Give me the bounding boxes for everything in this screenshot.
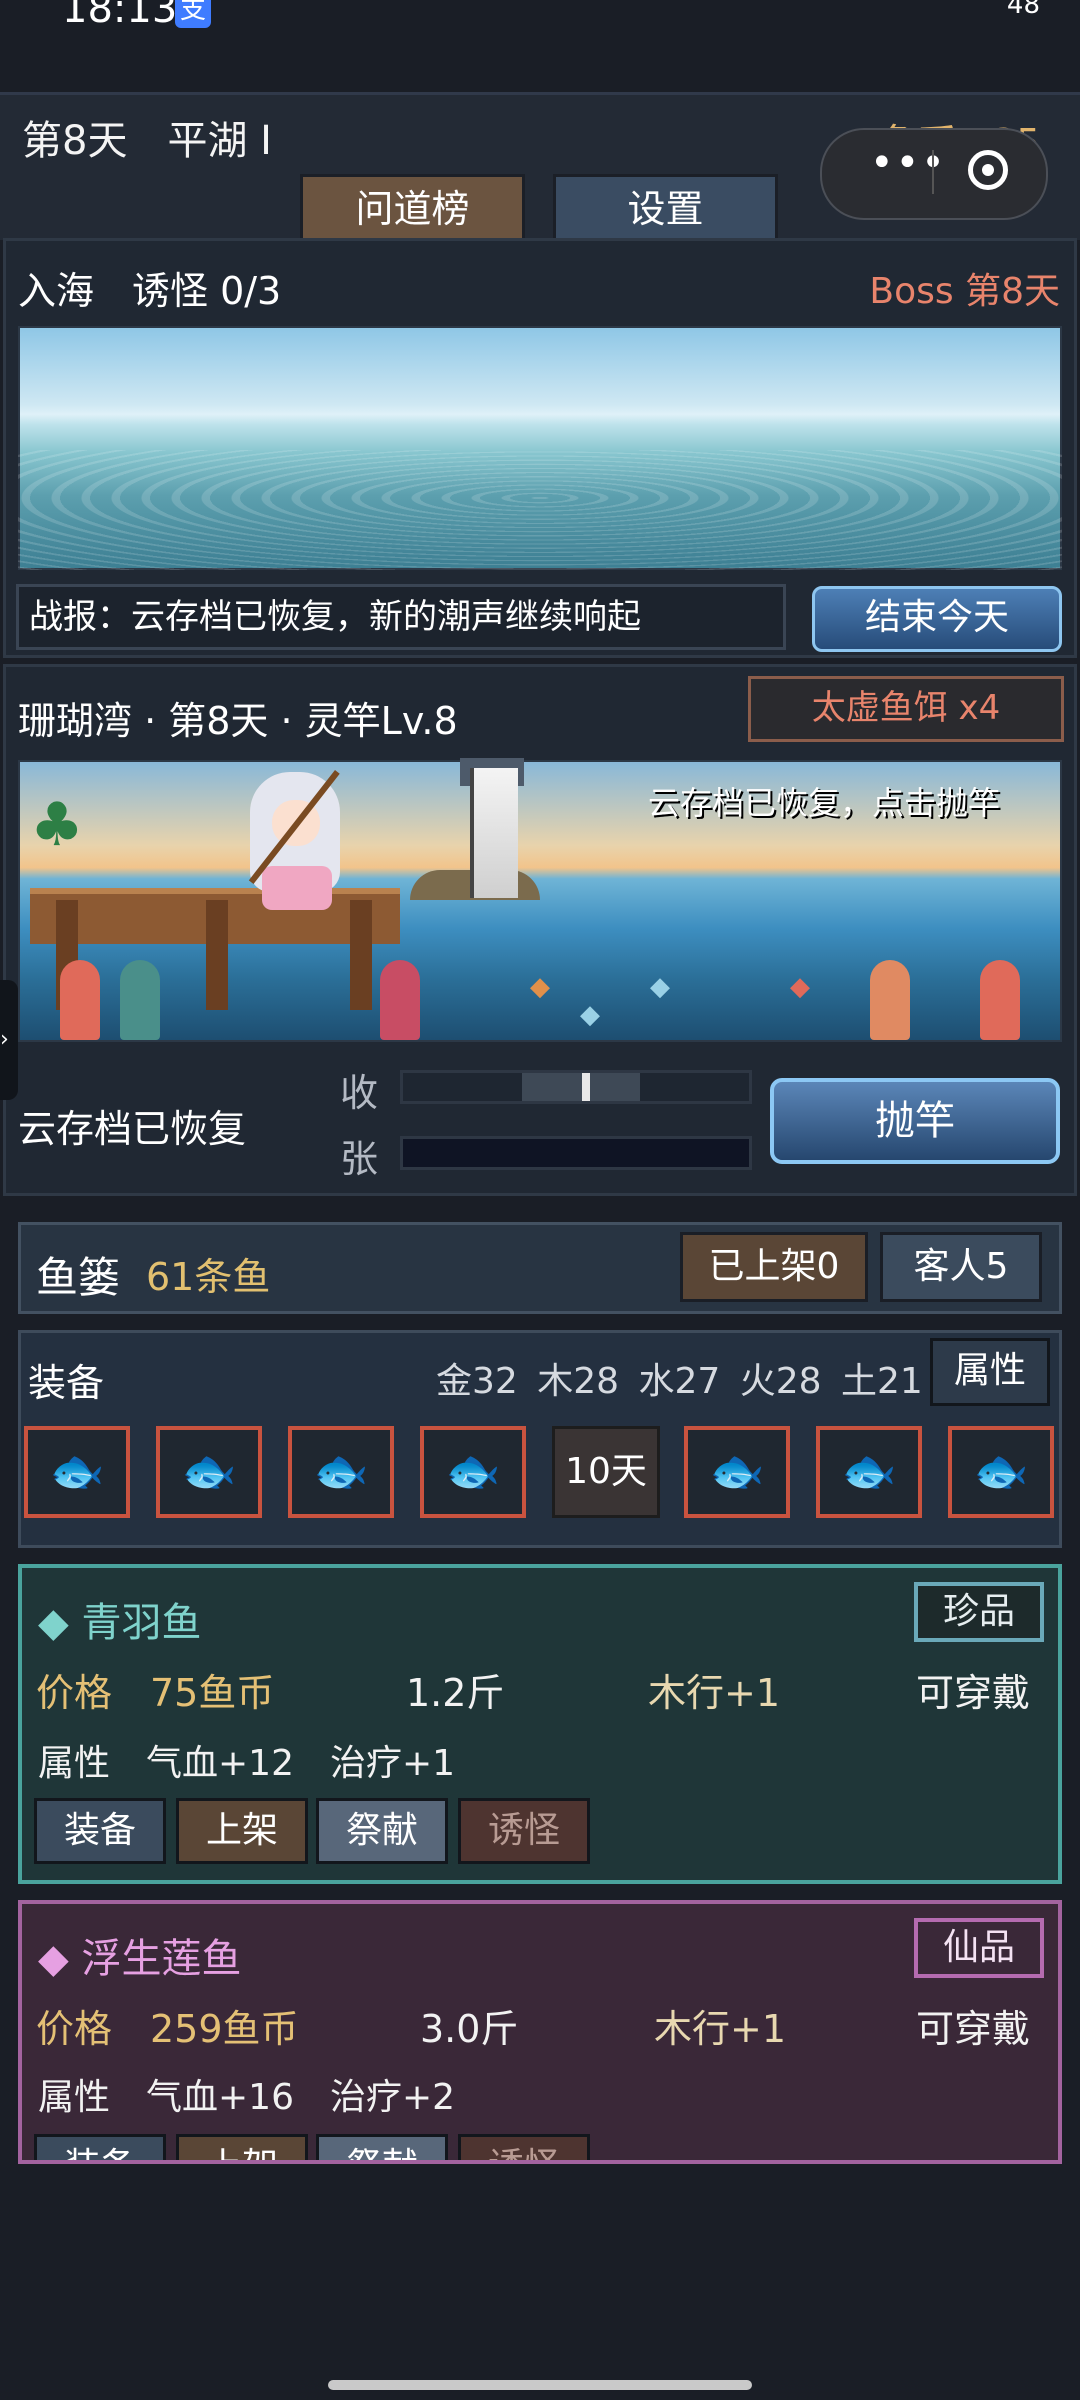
fish-element: 木行+1	[648, 1671, 781, 1715]
fish-weight: 1.2斤	[406, 1671, 505, 1715]
guests-button[interactable]: 客人5	[880, 1232, 1042, 1302]
listed-button[interactable]: 已上架0	[680, 1232, 868, 1302]
battery-indicator: 48	[1006, 0, 1040, 20]
tab-settings[interactable]: 设置	[553, 174, 778, 238]
equip-slot-7[interactable]: 🐟	[948, 1426, 1054, 1518]
golden-fish-icon: 🐟	[49, 1446, 105, 1497]
close-miniprogram-icon[interactable]	[968, 150, 1008, 190]
equip-slot-5[interactable]: 🐟	[684, 1426, 790, 1518]
pier-post	[350, 900, 372, 1010]
status-time: 18:13	[62, 0, 178, 32]
sea-waves	[18, 450, 1062, 570]
locked-slot: 10天	[552, 1426, 660, 1518]
boss-countdown: Boss 第8天	[869, 271, 1060, 312]
fishing-location: 珊瑚湾 · 第8天 · 灵竿Lv.8	[18, 699, 458, 743]
swimming-fish-icon: ◆	[650, 972, 670, 1002]
lure-monster-button[interactable]: 诱怪	[458, 1798, 590, 1864]
sacrifice-button[interactable]: 祭献	[316, 2134, 448, 2160]
equipment-title: 装备	[28, 1361, 105, 1405]
blue-fish-icon: 🐟	[709, 1446, 765, 1497]
fish-name: 青羽鱼	[81, 1600, 202, 1646]
fish-price: 价格 75鱼币	[36, 1671, 275, 1715]
golden-fish-icon: 🐟	[181, 1446, 237, 1497]
lure-monster-button[interactable]: 诱怪	[458, 2134, 590, 2160]
coral	[120, 960, 160, 1040]
equip-slot-2[interactable]: 🐟	[156, 1426, 262, 1518]
attributes-button[interactable]: 属性	[930, 1338, 1050, 1406]
home-indicator[interactable]	[328, 2380, 752, 2390]
swimming-fish-icon: ◆	[530, 972, 550, 1002]
swimming-fish-icon: ◆	[790, 972, 810, 1002]
fish-weight: 3.0斤	[420, 2007, 519, 2051]
basket-title: 鱼篓	[36, 1253, 121, 1302]
tab-leaderboard[interactable]: 问道榜	[300, 174, 525, 238]
coral	[60, 960, 100, 1040]
fish-name: 浮生莲鱼	[81, 1936, 242, 1982]
element-stats: 金32 木28 水27 火28 土21	[436, 1361, 923, 1402]
sacrifice-button[interactable]: 祭献	[316, 1798, 448, 1864]
list-button[interactable]: 上架	[176, 1798, 308, 1864]
fish-properties: 属性 气血+12 治疗+1	[38, 1743, 456, 1784]
equip-slot-3[interactable]: 🐟	[288, 1426, 394, 1518]
fish-card-name: ◆ 青羽鱼	[38, 1600, 202, 1646]
capsule-divider	[932, 150, 934, 194]
equip-slot-1[interactable]: 🐟	[24, 1426, 130, 1518]
day-location-label: 第8天 平湖 I	[22, 118, 272, 164]
rarity-badge: 珍品	[914, 1582, 1044, 1642]
pier-post	[206, 900, 228, 1010]
card-actions-clipped: 装备 上架 祭献 诱怪	[18, 2134, 1062, 2160]
equip-slot-6[interactable]: 🐟	[816, 1426, 922, 1518]
fish-price: 价格 259鱼币	[36, 2007, 299, 2051]
equip-button[interactable]: 装备	[34, 2134, 166, 2160]
basket-count: 61条鱼	[146, 1255, 271, 1299]
more-menu-icon[interactable]: •••	[870, 140, 947, 186]
coral	[380, 960, 420, 1040]
swimming-fish-icon: ◆	[580, 1000, 600, 1030]
fish-element: 木行+1	[654, 2007, 787, 2051]
bait-button[interactable]: 太虚鱼饵 x4	[748, 676, 1064, 742]
tension-bar	[400, 1136, 752, 1170]
side-drawer-toggle[interactable]: ›	[0, 980, 18, 1100]
coral	[980, 960, 1020, 1040]
angler-dress	[262, 866, 332, 910]
grey-fish-icon: 🐟	[973, 1446, 1029, 1497]
fish-wearable: 可穿戴	[916, 2007, 1031, 2051]
palm-tree-icon: ♣	[30, 790, 84, 860]
list-button[interactable]: 上架	[176, 2134, 308, 2160]
reel-label: 收	[340, 1071, 379, 1115]
fish-wearable: 可穿戴	[916, 1671, 1031, 1715]
coral	[870, 960, 910, 1040]
reel-target-zone	[522, 1073, 641, 1101]
golden-fish-icon: 🐟	[313, 1446, 369, 1497]
reel-marker	[582, 1073, 591, 1101]
battle-report: 战报：云存档已恢复，新的潮声继续响起	[16, 584, 786, 650]
lighthouse	[470, 768, 518, 898]
cast-hint: 云存档已恢复，点击抛竿	[648, 784, 1001, 822]
fish-card-name: ◆ 浮生莲鱼	[38, 1936, 242, 1982]
end-day-button[interactable]: 结束今天	[812, 586, 1062, 652]
alipay-badge-icon: 支	[175, 0, 211, 28]
fish-properties: 属性 气血+16 治疗+2	[38, 2077, 456, 2118]
rarity-badge: 仙品	[914, 1918, 1044, 1978]
fishing-status: 云存档已恢复	[18, 1107, 247, 1151]
equip-button[interactable]: 装备	[34, 1798, 166, 1864]
equip-slot-4[interactable]: 🐟	[420, 1426, 526, 1518]
cast-button[interactable]: 抛竿	[770, 1078, 1060, 1164]
golden-fish-icon: 🐟	[841, 1446, 897, 1497]
sea-title: 入海 诱怪 0/3	[18, 269, 282, 313]
green-winged-fish-icon: 🐟	[445, 1446, 501, 1497]
tension-label: 张	[340, 1137, 379, 1181]
